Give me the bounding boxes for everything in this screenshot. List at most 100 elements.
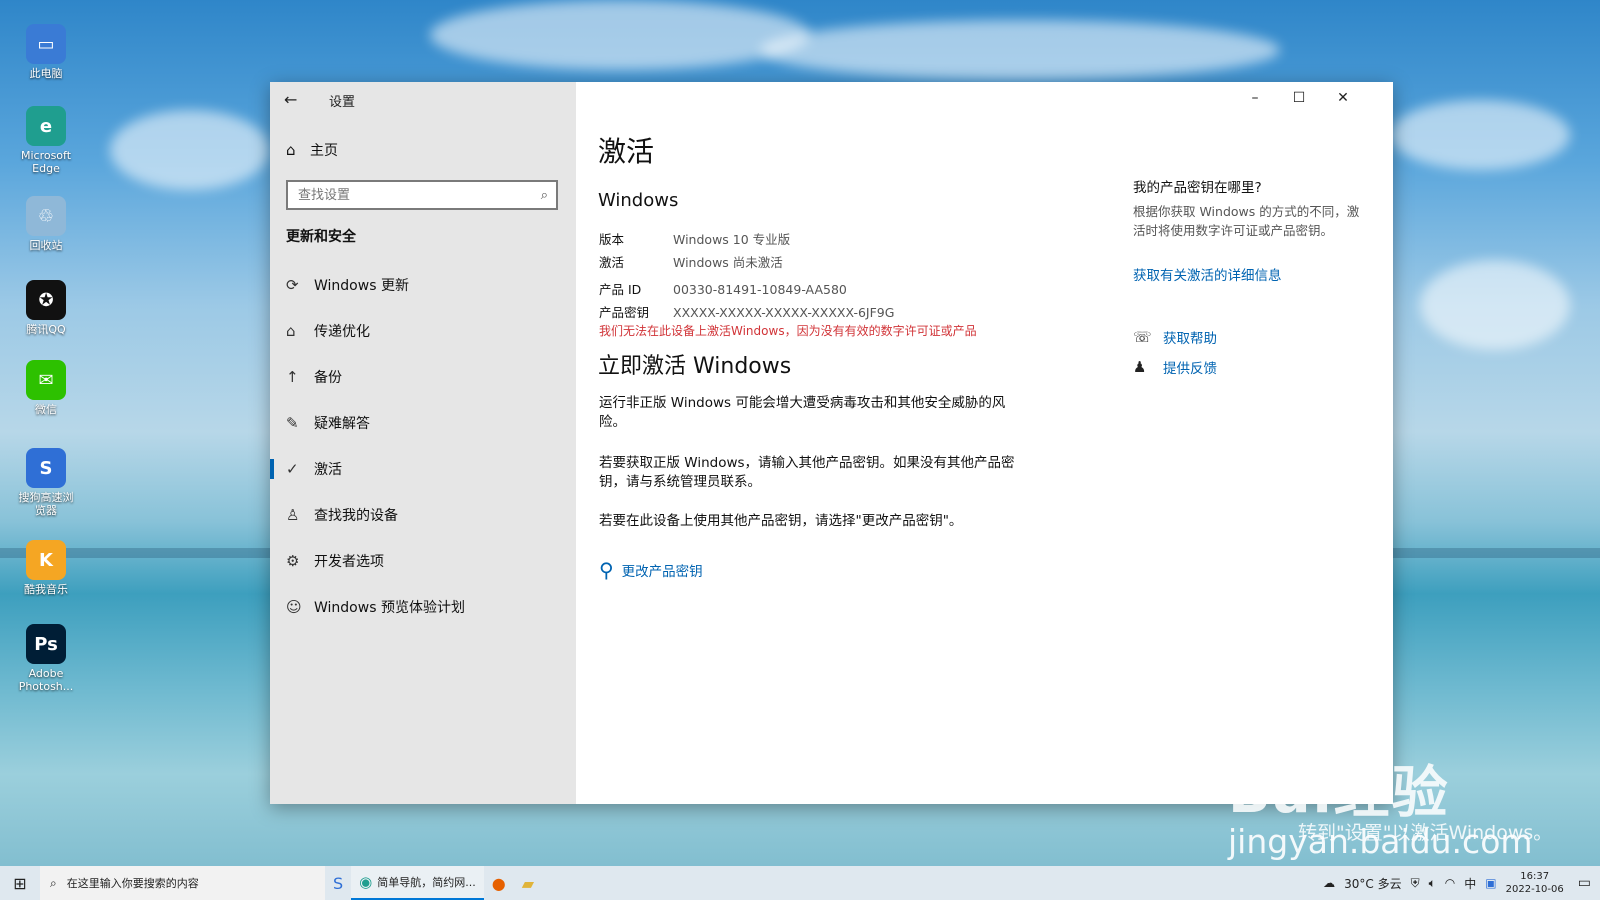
change-product-key-link[interactable]: ⚲ 更改产品密钥 [599, 558, 703, 582]
tray-app-icon[interactable]: ▣ [1485, 876, 1496, 890]
desktop-icon-label: 酷我音乐 [24, 583, 68, 596]
sidebar-nav-item[interactable]: ✓ 激活 [270, 446, 576, 492]
search-icon: ⌕ [50, 875, 57, 890]
watermark-url: jingyan.baidu.com [1228, 822, 1533, 861]
firefox-taskbar-icon[interactable]: ● [484, 866, 514, 900]
activate-now-heading: 立即激活 Windows [598, 354, 792, 379]
baidu-watermark-logo: Bai经验 [1228, 761, 1450, 826]
system-tray: ☁ 30°C 多云 ⛨ 🔈︎ ◠ 中 ▣ 16:37 2022-10-06 ▭ [1323, 866, 1600, 900]
key-search-icon: ⚲ [599, 558, 614, 582]
info-row-activation: 激活 Windows 尚未激活 [599, 252, 783, 271]
sidebar-nav-item[interactable]: ✎ 疑难解答 [270, 400, 576, 446]
desktop-icon[interactable]: S 搜狗高速浏览器 [14, 448, 78, 517]
section-title: 更新和安全 [286, 229, 356, 245]
search-icon[interactable]: ⌕ [541, 188, 548, 203]
background-cloud [430, 0, 810, 70]
chat-help-icon: ☏ [1133, 328, 1152, 346]
sidebar-nav-item[interactable]: ⟳ Windows 更新 [270, 262, 576, 308]
background-cloud [110, 110, 270, 190]
desktop-icon-label: Microsoft Edge [20, 149, 72, 175]
sync-icon: ⟳ [286, 276, 299, 294]
wrench-icon: ✎ [286, 414, 299, 432]
home-label: 主页 [310, 143, 338, 159]
desktop-icon[interactable]: Ps Adobe Photosh... [14, 624, 78, 693]
security-shield-icon[interactable]: ⛨ [1411, 876, 1420, 891]
developer-icon: ⚙ [286, 552, 300, 570]
delivery-optimization-icon: ⌂ [286, 322, 296, 340]
sidebar-nav-label: 传递优化 [314, 324, 370, 340]
settings-window: ← 设置 ⌂ 主页 ⌕ 更新和安全 ⟳ Windows 更新 ⌂ 传递优化 ↑ 备份 ✎ 疑难… [270, 82, 1393, 804]
info-value: XXXXX-XXXXX-XXXXX-XXXXX-6JF9G [673, 305, 895, 320]
main-content: 激活 Windows 版本 Windows 10 专业版 激活 Windows 尚未… [576, 82, 1393, 804]
taskbar-clock[interactable]: 16:37 2022-10-06 [1506, 870, 1564, 896]
sidebar-nav-item[interactable]: ⚙ 开发者选项 [270, 538, 576, 584]
sidebar-nav-label: Windows 预览体验计划 [314, 600, 465, 616]
app-title: 设置 [329, 95, 356, 110]
taskbar-search-box[interactable]: ⌕ 在这里输入你要搜索的内容 [40, 866, 325, 900]
windows-heading: Windows [598, 190, 679, 211]
ime-indicator[interactable]: 中 [1464, 875, 1476, 892]
back-arrow-icon[interactable]: ← [284, 90, 297, 109]
sidebar-nav-item[interactable]: ♙ 查找我的设备 [270, 492, 576, 538]
info-value: Windows 10 专业版 [673, 232, 791, 247]
give-feedback-link[interactable]: ♟ 提供反馈 [1133, 357, 1217, 377]
taskbar: ⊞ ⌕ 在这里输入你要搜索的内容 S ◉ 简单导航，简约网... ● ▰ ☁ 3… [0, 866, 1600, 900]
desktop-icon[interactable]: ▭ 此电脑 [14, 24, 78, 80]
edge-taskbar-button[interactable]: ◉ 简单导航，简约网... [351, 866, 484, 900]
sidebar-nav-item[interactable]: ☺ Windows 预览体验计划 [270, 584, 576, 630]
person-location-icon: ♙ [286, 506, 300, 524]
desktop-icon[interactable]: K 酷我音乐 [14, 540, 78, 596]
info-key: 产品密钥 [599, 305, 650, 320]
taskbar-search-text: 在这里输入你要搜索的内容 [66, 877, 199, 890]
desktop-icon-label: 此电脑 [29, 67, 63, 80]
sidebar-nav-label: Windows 更新 [314, 278, 409, 294]
desktop-icon-label: 回收站 [29, 239, 63, 252]
photoshop-icon: Ps [26, 624, 66, 664]
get-help-link[interactable]: ☏ 获取帮助 [1133, 327, 1217, 347]
sidebar-nav-label: 备份 [314, 370, 342, 386]
sogou-browser-taskbar-icon[interactable]: S [325, 866, 351, 900]
notification-center-icon[interactable]: ▭ [1578, 875, 1591, 891]
page-title: 激活 [598, 135, 655, 168]
desktop-icon[interactable]: ✉ 微信 [14, 360, 78, 416]
desktop-icon[interactable]: e Microsoft Edge [14, 106, 78, 175]
get-genuine-paragraph: 若要获取正版 Windows，请输入其他产品密钥。如果没有其他产品密钥，请与系统… [599, 455, 1015, 490]
info-row-product-id: 产品 ID 00330-81491-10849-AA580 [599, 279, 847, 298]
activation-error-text: 我们无法在此设备上激活Windows，因为没有有效的数字许可证或产品 [599, 324, 977, 338]
settings-search-box[interactable]: ⌕ [286, 180, 558, 210]
desktop-icon[interactable]: ♲ 回收站 [14, 196, 78, 252]
info-key: 版本 [599, 232, 625, 247]
feedback-label: 提供反馈 [1163, 361, 1217, 377]
network-icon[interactable]: ◠ [1445, 876, 1455, 890]
background-cloud [1420, 260, 1570, 350]
computer-icon: ▭ [26, 24, 66, 64]
volume-icon[interactable]: 🔈︎ [1429, 876, 1436, 891]
settings-search-input[interactable] [296, 186, 541, 204]
change-key-label: 更改产品密钥 [621, 564, 703, 580]
wechat-icon: ✉ [26, 360, 66, 400]
info-row-edition: 版本 Windows 10 专业版 [599, 229, 790, 248]
feedback-icon: ♟ [1133, 358, 1147, 376]
info-value: 00330-81491-10849-AA580 [673, 282, 847, 297]
background-cloud [1390, 100, 1570, 170]
weather-icon[interactable]: ☁ [1323, 876, 1335, 890]
desktop-icon-label: 搜狗高速浏览器 [18, 491, 74, 517]
sogou-browser-icon: S [26, 448, 66, 488]
file-explorer-taskbar-icon[interactable]: ▰ [514, 866, 542, 900]
sidebar-nav: ⟳ Windows 更新 ⌂ 传递优化 ↑ 备份 ✎ 疑难解答 ✓ 激活 ♙ 查找我的设备 ⚙ 开发者选项… [270, 262, 576, 630]
background-cloud [760, 20, 1280, 80]
activation-details-link[interactable]: 获取有关激活的详细信息 [1133, 264, 1282, 284]
sidebar-nav-label: 查找我的设备 [314, 508, 398, 524]
desktop-icon[interactable]: ✪ 腾讯QQ [14, 280, 78, 336]
clock-date: 2022-10-06 [1505, 884, 1564, 895]
weather-text[interactable]: 30°C 多云 [1344, 875, 1401, 892]
settings-sidebar: ← 设置 ⌂ 主页 ⌕ 更新和安全 ⟳ Windows 更新 ⌂ 传递优化 ↑ 备份 ✎ 疑难… [270, 82, 576, 804]
home-nav-item[interactable]: ⌂ 主页 [286, 140, 338, 160]
windows-start-icon[interactable]: ⊞ [0, 866, 40, 900]
sidebar-nav-item[interactable]: ⌂ 传递优化 [270, 308, 576, 354]
backup-icon: ↑ [286, 368, 299, 386]
check-circle-icon: ✓ [286, 460, 299, 478]
desktop-icon-label: 腾讯QQ [26, 323, 66, 336]
sidebar-nav-item[interactable]: ↑ 备份 [270, 354, 576, 400]
sidebar-nav-label: 激活 [314, 462, 342, 478]
